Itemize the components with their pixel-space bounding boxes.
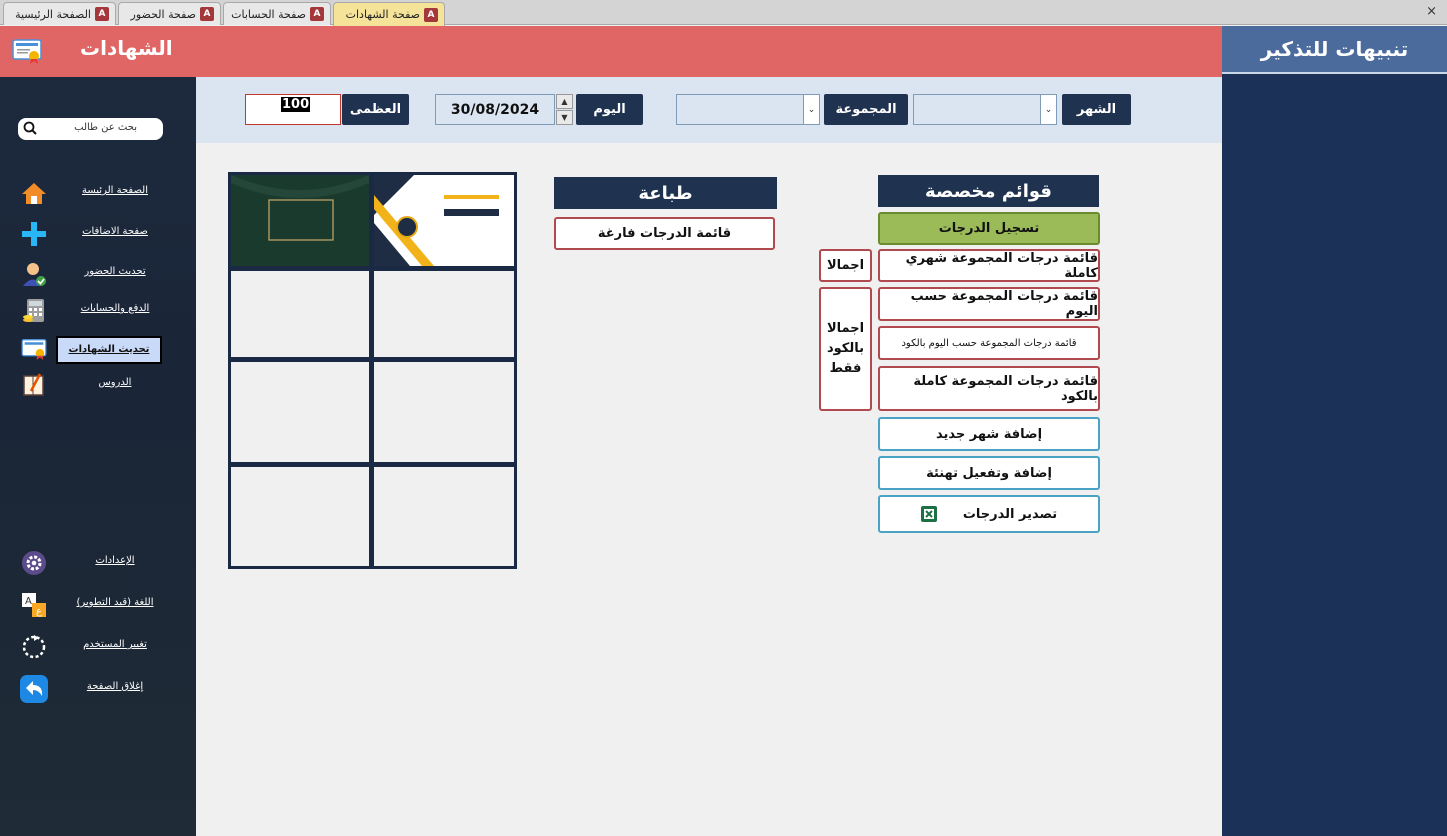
- template-thumbnail-green[interactable]: [231, 175, 369, 266]
- max-label: العظمى: [342, 94, 409, 125]
- sidebar-item-attendance[interactable]: تحديث الحضور: [0, 258, 196, 290]
- tab-bar: A صفحة الشهادات A صفحة الحسابات A صفحة ا…: [0, 0, 1447, 26]
- search-placeholder: بحث عن طالب: [74, 122, 137, 133]
- calculator-icon: [20, 297, 48, 325]
- sidebar-item-additions[interactable]: صفحة الاضافات: [0, 218, 196, 250]
- gear-icon: [20, 549, 48, 577]
- total-button[interactable]: اجمالا: [819, 249, 872, 282]
- tab-home[interactable]: A الصفحة الرئيسية: [3, 2, 116, 25]
- export-grades-button[interactable]: تصدير الدرجات: [878, 495, 1100, 533]
- add-month-button[interactable]: إضافة شهر جديد: [878, 417, 1100, 451]
- certificate-icon: [20, 335, 48, 363]
- page-header: الشهادات: [0, 26, 1222, 77]
- home-icon: [20, 179, 48, 207]
- sidebar-item-change-user[interactable]: تغيير المستخدم: [0, 631, 196, 663]
- lists-heading: قوائم مخصصة: [878, 175, 1099, 207]
- sidebar-item-lessons[interactable]: الدروس: [0, 369, 196, 401]
- by-day-button[interactable]: قائمة درجات المجموعة حسب اليوم: [878, 287, 1100, 321]
- template-grid: [228, 172, 517, 569]
- spin-down-button[interactable]: ▼: [556, 110, 573, 125]
- sidebar-item-settings[interactable]: الإعدادات: [0, 547, 196, 579]
- print-empty-list-button[interactable]: قائمة الدرجات فارغة: [554, 217, 775, 250]
- page-title: الشهادات: [80, 36, 173, 60]
- search-input[interactable]: بحث عن طالب: [18, 118, 163, 140]
- reminders-panel: تنبيهات للتذكير: [1222, 26, 1447, 836]
- by-day-code-button[interactable]: قائمة درجات المجموعة حسب اليوم بالكود: [878, 326, 1100, 360]
- template-slot[interactable]: [374, 271, 514, 357]
- plus-icon: [20, 220, 48, 248]
- svg-text:ع: ع: [36, 606, 42, 617]
- svg-text:A: A: [25, 596, 32, 607]
- access-icon: A: [310, 7, 324, 21]
- template-slot[interactable]: [231, 271, 369, 357]
- max-grade-field[interactable]: 100: [245, 94, 341, 125]
- language-icon: Aع: [20, 591, 48, 619]
- tab-certificates[interactable]: A صفحة الشهادات: [333, 2, 445, 26]
- group-select[interactable]: ⌄: [676, 94, 820, 125]
- sidebar-item-home[interactable]: الصفحة الرئيسة: [0, 177, 196, 209]
- tab-accounts[interactable]: A صفحة الحسابات: [223, 2, 331, 25]
- register-grades-button[interactable]: تسجيل الدرجات: [878, 212, 1100, 245]
- excel-icon: [920, 506, 937, 522]
- back-arrow-icon: [20, 675, 48, 703]
- search-icon[interactable]: [23, 121, 37, 135]
- template-slot[interactable]: [374, 362, 514, 462]
- access-icon: A: [95, 7, 109, 21]
- print-heading: طباعة: [554, 177, 777, 209]
- template-slot[interactable]: [374, 467, 514, 566]
- chevron-down-icon[interactable]: ⌄: [1040, 95, 1056, 124]
- tab-attendance[interactable]: A صفحة الحضور: [118, 2, 221, 25]
- attendance-icon: [20, 260, 48, 288]
- day-label: اليوم: [576, 94, 643, 125]
- reminders-title: تنبيهات للتذكير: [1222, 26, 1447, 74]
- group-label: المجموعة: [824, 94, 908, 125]
- chevron-down-icon[interactable]: ⌄: [803, 95, 819, 124]
- date-field[interactable]: 30/08/2024: [435, 94, 555, 125]
- sidebar-item-close[interactable]: إغلاق الصفحة: [0, 673, 196, 705]
- export-label: تصدير الدرجات: [962, 506, 1058, 522]
- sidebar-item-language[interactable]: Aع اللغة (قيد التطوير): [0, 589, 196, 621]
- access-icon: A: [424, 7, 438, 22]
- add-congrats-button[interactable]: إضافة وتفعيل تهنئة: [878, 456, 1100, 490]
- template-slot[interactable]: [231, 467, 369, 566]
- book-icon: [20, 371, 48, 399]
- sidebar-item-payments[interactable]: الدفع والحسابات: [0, 295, 196, 327]
- full-code-button[interactable]: قائمة درجات المجموعة كاملة بالكود: [878, 366, 1100, 411]
- monthly-full-button[interactable]: قائمة درجات المجموعة شهري كاملة: [878, 249, 1100, 282]
- template-slot[interactable]: [231, 362, 369, 462]
- spin-up-button[interactable]: ▲: [556, 94, 573, 109]
- month-label: الشهر: [1062, 94, 1131, 125]
- month-select[interactable]: ⌄: [913, 94, 1057, 125]
- close-icon[interactable]: ×: [1426, 4, 1437, 19]
- refresh-icon: [20, 633, 48, 661]
- total-code-only-button[interactable]: اجمالا بالكود فقط: [819, 287, 872, 411]
- template-thumbnail-gold[interactable]: [374, 175, 514, 266]
- access-icon: A: [200, 7, 214, 21]
- sidebar-item-certificates[interactable]: تحديث الشهادات: [0, 333, 196, 365]
- sidebar: بحث عن طالب الصفحة الرئيسة صفحة الاضافات…: [0, 77, 196, 836]
- certificate-icon: [12, 39, 42, 64]
